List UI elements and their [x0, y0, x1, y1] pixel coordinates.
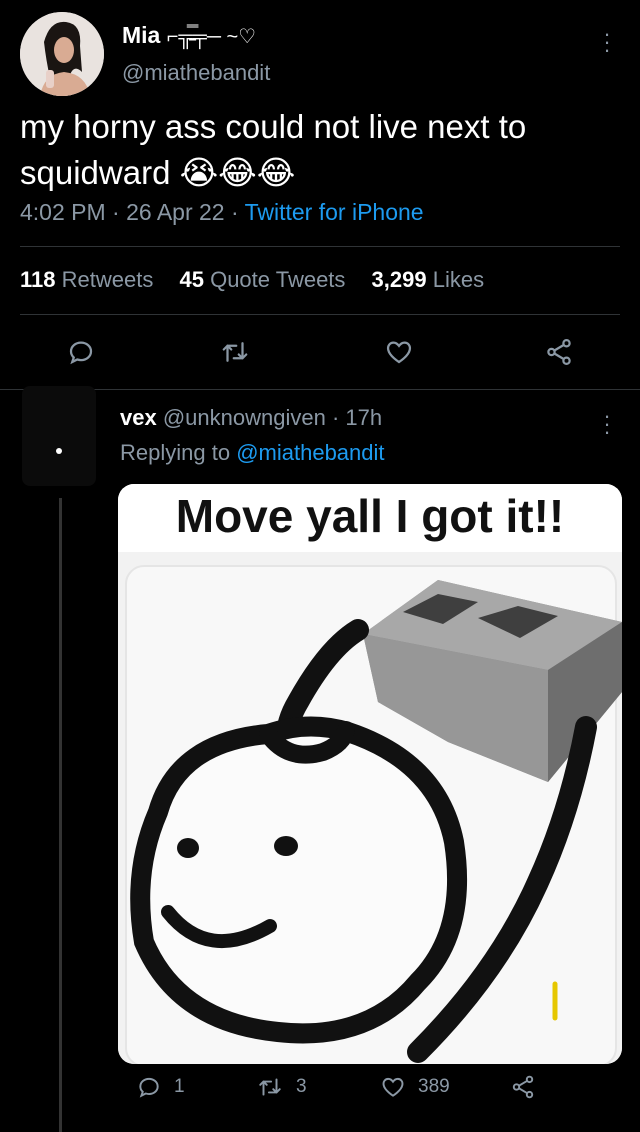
handle[interactable]: @miathebandit	[122, 60, 270, 86]
tweet-source[interactable]: Twitter for iPhone	[245, 199, 424, 225]
reply-reply-action[interactable]: 1	[136, 1074, 185, 1100]
tweet-meta: 4:02 PM · 26 Apr 22 · Twitter for iPhone	[20, 199, 424, 225]
divider	[20, 246, 620, 247]
tweet-date[interactable]: 26 Apr 22	[126, 199, 224, 225]
share-icon	[512, 1075, 534, 1099]
likes-stat[interactable]: 3,299 Likes	[372, 267, 485, 292]
thread-line	[59, 498, 62, 1132]
avatar-dot	[56, 448, 62, 454]
reply-like-action[interactable]: 389	[380, 1074, 450, 1100]
reply-handle[interactable]: @unknowngiven	[163, 405, 326, 430]
like-icon[interactable]	[379, 332, 419, 372]
reply-time[interactable]: 17h	[345, 405, 382, 430]
reply-share-action[interactable]	[510, 1074, 536, 1100]
reply-avatar[interactable]	[22, 386, 96, 486]
quotes-stat[interactable]: 45 Quote Tweets	[179, 267, 345, 292]
reply-retweet-action[interactable]: 3	[256, 1074, 307, 1100]
avatar[interactable]	[20, 12, 104, 96]
media-caption: Move yall I got it!!	[118, 484, 622, 552]
retweet-count: 3	[296, 1076, 307, 1097]
reply-header: vex @unknowngiven · 17h	[120, 405, 383, 430]
reply-display-name[interactable]: vex	[120, 405, 157, 430]
reply-icon[interactable]	[61, 332, 101, 372]
tweet-time[interactable]: 4:02 PM	[20, 199, 106, 225]
meme-image	[118, 552, 622, 1064]
reply-icon	[139, 1077, 159, 1098]
more-icon[interactable]: · · ·	[601, 23, 613, 61]
reply-count: 1	[174, 1076, 185, 1097]
name-decoration: ⌐╦̵̵̿╤─ ~♡	[166, 26, 257, 48]
divider	[20, 314, 620, 315]
like-count: 389	[418, 1076, 450, 1097]
display-name[interactable]: Mia ⌐╦̵̵̿╤─ ~♡	[122, 22, 256, 49]
share-icon[interactable]	[539, 332, 579, 372]
tweet-text: my horny ass could not live next to squi…	[20, 108, 527, 191]
replying-to: Replying to @miathebandit	[120, 440, 385, 465]
reply-media[interactable]: Move yall I got it!!	[118, 484, 622, 1064]
like-icon	[382, 1077, 404, 1097]
more-icon[interactable]: · · ·	[601, 405, 613, 443]
replying-handle[interactable]: @miathebandit	[236, 440, 384, 465]
retweet-icon	[259, 1078, 281, 1096]
tweet-stats: 118 Retweets 45 Quote Tweets 3,299 Likes	[20, 267, 484, 293]
retweet-icon[interactable]	[215, 332, 255, 372]
divider	[0, 389, 640, 390]
retweets-stat[interactable]: 118 Retweets	[20, 267, 153, 292]
